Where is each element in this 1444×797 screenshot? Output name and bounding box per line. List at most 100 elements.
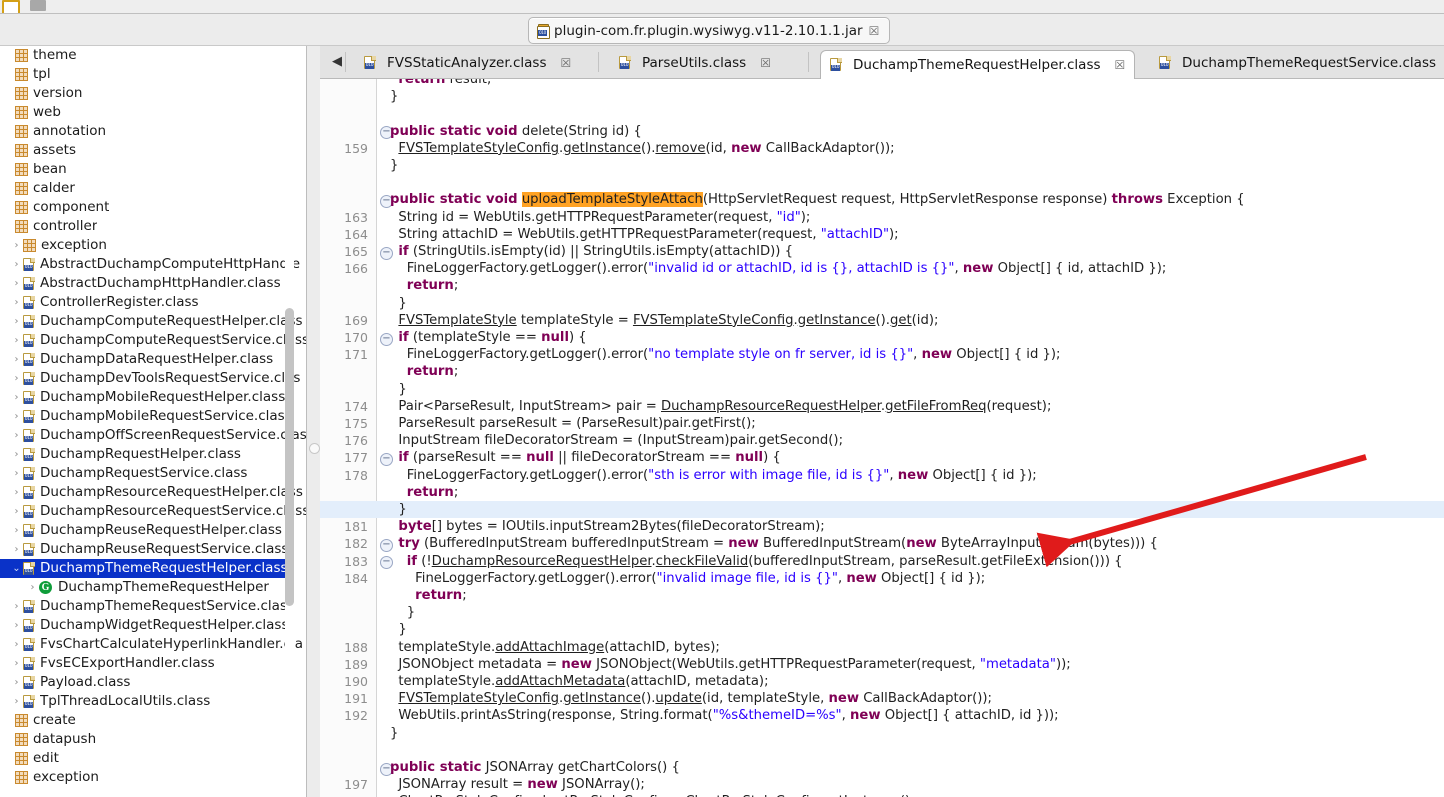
tree-item[interactable]: › 010 DuchampResourceRequestService.class (0, 502, 307, 521)
tree-item[interactable]: › 010 DuchampWidgetRequestHelper.class (0, 616, 306, 635)
code-line[interactable]: 171 FineLoggerFactory.getLogger().error(… (320, 346, 1444, 363)
code-line[interactable]: 198 ChartPreStyleConfig chartPreStyleCon… (320, 793, 1444, 797)
tree-item[interactable]: › 010 DuchampMobileRequestService.class (0, 407, 306, 426)
chevron-right-icon[interactable]: › (10, 369, 23, 388)
tree-item[interactable]: › 010 DuchampThemeRequestService.class (0, 597, 306, 616)
tree-item[interactable]: › 010 DuchampComputeRequestHelper.class (0, 312, 306, 331)
tree-item[interactable]: › 010 DuchampMobileRequestHelper.class (0, 388, 306, 407)
tree-item[interactable]: ⌄ 010 DuchampThemeRequestHelper.class (0, 559, 294, 578)
tree-item[interactable]: calder (0, 179, 306, 198)
chevron-right-icon[interactable]: › (10, 635, 23, 654)
tree-item[interactable]: › 010 ControllerRegister.class (0, 293, 306, 312)
tree-item[interactable]: › 010 DuchampOffScreenRequestService.clas (0, 426, 307, 445)
tree-item[interactable]: › 010 AbstractDuchampComputeHttpHandle (0, 255, 306, 274)
tree-item[interactable]: › 010 FvsChartCalculateHyperlinkHandler.cl… (0, 635, 306, 654)
editor-tab[interactable]: 010 DuchampThemeRequestHelper.class ☒ (820, 50, 1136, 79)
code-line[interactable]: } (320, 621, 1444, 638)
chevron-right-icon[interactable]: › (10, 673, 23, 692)
code-line[interactable]: 163 String id = WebUtils.getHTTPRequestP… (320, 209, 1444, 226)
code-line[interactable]: − public static void delete(String id) { (320, 123, 1444, 140)
code-line[interactable]: 184 FineLoggerFactory.getLogger().error(… (320, 570, 1444, 587)
tree-item[interactable]: › 010 Payload.class (0, 673, 306, 692)
chevron-right-icon[interactable]: › (10, 255, 23, 274)
code-line[interactable]: 190 templateStyle.addAttachMetadata(atta… (320, 673, 1444, 690)
tree-item[interactable]: bean (0, 160, 306, 179)
chevron-right-icon[interactable]: › (10, 692, 23, 711)
chevron-right-icon[interactable]: › (10, 312, 23, 331)
code-line[interactable]: } (320, 157, 1444, 174)
tree-item[interactable]: web (0, 103, 306, 122)
tree-item[interactable]: › 010 DuchampReuseRequestService.class (0, 540, 306, 559)
tree-item[interactable]: › 010 DuchampComputeRequestService.class (0, 331, 307, 350)
code-line[interactable]: } (320, 604, 1444, 621)
code-line[interactable]: 170− if (templateStyle == null) { (320, 329, 1444, 346)
tree-item[interactable]: › G DuchampThemeRequestHelper (0, 578, 306, 597)
sidebar-splitter-grip[interactable] (309, 443, 320, 454)
tree-item[interactable]: assets (0, 141, 306, 160)
chevron-right-icon[interactable]: › (10, 331, 23, 350)
tree-item[interactable]: › 010 AbstractDuchampHttpHandler.class (0, 274, 306, 293)
chevron-down-icon[interactable]: ⌄ (10, 559, 23, 578)
tree-item[interactable]: annotation (0, 122, 306, 141)
chevron-right-icon[interactable]: › (10, 502, 23, 521)
tree-item[interactable]: › 010 DuchampDevToolsRequestService.clas (0, 369, 306, 388)
tab-scroll-left-icon[interactable]: ◀ (330, 55, 344, 69)
tree-item[interactable]: tpl (0, 65, 306, 84)
code-line[interactable]: } (320, 501, 1444, 519)
code-line[interactable]: return; (320, 363, 1444, 380)
tree-item[interactable]: › 010 DuchampRequestHelper.class (0, 445, 306, 464)
code-line[interactable]: 181 byte[] bytes = IOUtils.inputStream2B… (320, 518, 1444, 535)
code-line[interactable]: return; (320, 277, 1444, 294)
window-tab-jar[interactable]: 010 plugin-com.fr.plugin.wysiwyg.v11-2.1… (528, 17, 891, 44)
tree-item[interactable]: datapush (0, 730, 306, 749)
project-tree-panel[interactable]: theme tpl version web annotation assets bean ca… (0, 46, 306, 797)
code-line[interactable]: return result; (320, 79, 1444, 88)
code-line[interactable]: 178 FineLoggerFactory.getLogger().error(… (320, 467, 1444, 484)
chevron-right-icon[interactable]: › (10, 236, 23, 255)
editor-tab[interactable]: 010 FVSStaticAnalyzer.class ☒ (355, 49, 580, 76)
code-line[interactable] (320, 742, 1444, 759)
code-line[interactable]: 164 String attachID = WebUtils.getHTTPRe… (320, 226, 1444, 243)
chevron-right-icon[interactable]: › (10, 293, 23, 312)
code-line[interactable]: 182− try (BufferedInputStream bufferedIn… (320, 535, 1444, 552)
chevron-right-icon[interactable]: › (10, 407, 23, 426)
close-icon[interactable]: ☒ (760, 57, 771, 69)
tree-item[interactable]: controller (0, 217, 306, 236)
code-line[interactable] (320, 105, 1444, 122)
tree-item[interactable]: › 010 DuchampRequestService.class (0, 464, 306, 483)
chevron-right-icon[interactable]: › (10, 654, 23, 673)
tree-item[interactable]: › 010 FvsECExportHandler.class (0, 654, 306, 673)
code-line[interactable]: } (320, 381, 1444, 398)
tree-item[interactable]: › 010 DuchampDataRequestHelper.class (0, 350, 306, 369)
window-icon[interactable] (30, 0, 46, 11)
code-line[interactable]: − public static void uploadTemplateStyleA… (320, 191, 1444, 208)
sidebar-scrollbar-thumb[interactable] (285, 308, 294, 606)
tree-item[interactable]: theme (0, 46, 306, 65)
code-line[interactable]: 159 FVSTemplateStyleConfig.getInstance()… (320, 140, 1444, 157)
tree-item[interactable]: edit (0, 749, 306, 768)
chevron-right-icon[interactable]: › (10, 274, 23, 293)
code-line[interactable]: 174 Pair<ParseResult, InputStream> pair … (320, 398, 1444, 415)
chevron-right-icon[interactable]: › (10, 445, 23, 464)
code-line[interactable]: 175 ParseResult parseResult = (ParseResu… (320, 415, 1444, 432)
code-line[interactable]: 176 InputStream fileDecoratorStream = (I… (320, 432, 1444, 449)
close-icon[interactable]: ☒ (560, 57, 571, 69)
code-line[interactable] (320, 174, 1444, 191)
code-line[interactable]: } (320, 295, 1444, 312)
code-line[interactable]: − public static JSONArray getChartColors(… (320, 759, 1444, 776)
chevron-right-icon[interactable]: › (10, 521, 23, 540)
code-line[interactable]: } (320, 725, 1444, 742)
close-icon[interactable]: ☒ (869, 25, 880, 37)
code-line[interactable]: 183− if (!DuchampResourceRequestHelper.c… (320, 553, 1444, 570)
tree-item[interactable]: version (0, 84, 306, 103)
close-icon[interactable]: ☒ (1115, 59, 1126, 71)
code-line[interactable]: return; (320, 484, 1444, 501)
tree-item[interactable]: › 010 DuchampResourceRequestHelper.class (0, 483, 306, 502)
code-line[interactable]: 169 FVSTemplateStyle templateStyle = FVS… (320, 312, 1444, 329)
chevron-right-icon[interactable]: › (10, 350, 23, 369)
chevron-right-icon[interactable]: › (10, 597, 23, 616)
code-line[interactable]: return; (320, 587, 1444, 604)
chevron-right-icon[interactable]: › (10, 540, 23, 559)
tree-item[interactable]: create (0, 711, 306, 730)
sidebar-splitter[interactable] (307, 46, 320, 797)
